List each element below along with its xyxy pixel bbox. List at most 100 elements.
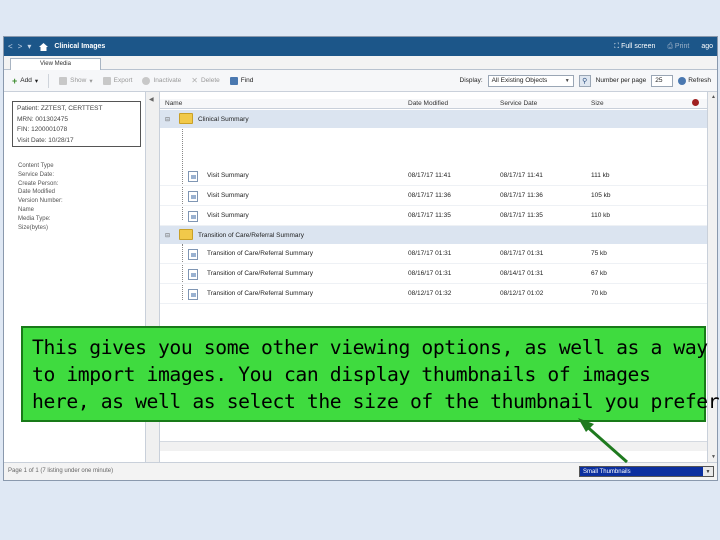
show-icon: [59, 76, 68, 85]
column-header-service-date[interactable]: Service Date: [500, 100, 537, 107]
scroll-up-icon[interactable]: ▲: [711, 94, 716, 100]
patient-visit-date: Visit Date: 10/28/17: [17, 136, 74, 144]
back-button[interactable]: <: [8, 42, 13, 51]
scroll-down-icon[interactable]: ▼: [711, 454, 716, 460]
column-header-size[interactable]: Size: [591, 100, 604, 107]
document-icon: [188, 289, 198, 300]
horizontal-scrollbar[interactable]: [160, 441, 707, 451]
window-title: Clinical Images: [54, 43, 106, 50]
fullscreen-label: Full screen: [621, 42, 656, 50]
group-label: Clinical Summary: [198, 115, 249, 123]
item-service-date: 08/17/17 01:31: [500, 250, 544, 257]
document-icon: [188, 191, 198, 202]
forward-button[interactable]: >: [18, 42, 23, 51]
number-per-page-value: 25: [655, 76, 663, 84]
callout-text: This gives you some other viewing option…: [32, 334, 720, 415]
patient-fin: FIN: 1200001078: [17, 126, 68, 133]
add-button[interactable]: + Add ▾: [12, 75, 39, 86]
display-select-value: All Existing Objects: [491, 76, 548, 84]
print-icon: ⎙: [667, 42, 675, 50]
collapse-group-icon[interactable]: ⊟: [165, 232, 170, 239]
collapse-left-icon[interactable]: ◀: [149, 96, 154, 103]
collapse-group-icon[interactable]: ⊟: [165, 116, 170, 123]
print-label: Print: [674, 42, 690, 50]
property-label: Name: [18, 206, 35, 213]
column-chooser-icon[interactable]: [692, 99, 699, 106]
tab-view-media[interactable]: View Media: [10, 58, 101, 70]
callout-line: to import images. You can display thumbn…: [32, 363, 651, 386]
home-icon[interactable]: [39, 42, 49, 51]
inactivate-button[interactable]: Inactivate: [142, 76, 181, 85]
item-service-date: 08/17/17 11:36: [500, 192, 543, 199]
export-label: Export: [113, 77, 133, 84]
table-row[interactable]: Transition of Care/Referral Summary 08/1…: [160, 244, 707, 264]
table-row[interactable]: Transition of Care/Referral Summary 08/1…: [160, 264, 707, 284]
property-list: Content Type Service Date: Create Person…: [18, 162, 63, 232]
item-size: 75 kb: [591, 250, 607, 257]
item-service-date: 08/17/17 11:41: [500, 172, 543, 179]
column-header-date-modified[interactable]: Date Modified: [408, 100, 448, 107]
magnifier-icon: ⚲: [582, 77, 588, 85]
fullscreen-button[interactable]: ⛶ Full screen: [614, 43, 655, 51]
table-row[interactable]: Visit Summary 08/17/17 11:35 08/17/17 11…: [160, 206, 707, 226]
title-bar: < > ▾ Clinical Images ⛶ Full screen ⎙ Pr…: [4, 37, 717, 56]
export-button[interactable]: Export: [102, 76, 133, 85]
item-service-date: 08/12/17 01:02: [500, 290, 544, 297]
item-service-date: 08/17/17 11:35: [500, 212, 543, 219]
title-actions: ⛶ Full screen ⎙ Print ago: [614, 43, 717, 51]
group-row[interactable]: ⊟ Transition of Care/Referral Summary: [160, 226, 707, 244]
table-row[interactable]: Visit Summary 08/17/17 11:36 08/17/17 11…: [160, 186, 707, 206]
item-date-modified: 08/17/17 11:35: [408, 212, 451, 219]
refresh-button[interactable]: Refresh: [678, 76, 711, 85]
item-date-modified: 08/17/17 01:31: [408, 250, 452, 257]
column-header-name[interactable]: Name: [165, 100, 182, 107]
plus-icon: +: [12, 75, 18, 86]
group-row[interactable]: ⊟ Clinical Summary: [160, 110, 707, 128]
item-name: Visit Summary: [207, 192, 249, 199]
number-per-page-input[interactable]: 25: [651, 74, 674, 87]
toolbar-divider: [48, 73, 50, 88]
item-name: Transition of Care/Referral Summary: [207, 250, 313, 257]
show-button[interactable]: Show ▾: [59, 76, 93, 85]
property-label: Size(bytes): [18, 224, 49, 231]
patient-banner: Patient: ZZTEST, CERTTEST MRN: 001302475…: [12, 101, 141, 147]
item-date-modified: 08/17/17 11:41: [408, 172, 451, 179]
chevron-down-icon: ▼: [564, 77, 570, 84]
property-label: Date Modified: [18, 189, 56, 196]
document-icon: [188, 269, 198, 280]
item-name: Transition of Care/Referral Summary: [207, 290, 313, 297]
add-dropdown-icon: ▾: [34, 77, 39, 85]
property-label: Service Date:: [18, 171, 55, 178]
table-row[interactable]: Transition of Care/Referral Summary 08/1…: [160, 284, 707, 304]
find-label: Find: [240, 77, 254, 84]
print-button[interactable]: ⎙ Print: [667, 43, 689, 51]
show-dropdown-icon: ▾: [89, 77, 93, 85]
display-select[interactable]: All Existing Objects ▼: [487, 74, 574, 87]
inactivate-icon: [142, 76, 151, 85]
refresh-icon: [678, 76, 687, 85]
thumbnail-size-select[interactable]: Small Thumbnails ▼: [579, 466, 714, 477]
folder-icon: [179, 229, 193, 240]
tab-strip: View Media: [4, 56, 717, 70]
delete-label: Delete: [200, 77, 220, 84]
item-name: Visit Summary: [207, 212, 249, 219]
item-size: 67 kb: [591, 270, 607, 277]
nav-menu-button[interactable]: ▾: [27, 42, 31, 51]
callout-annotation: This gives you some other viewing option…: [21, 326, 720, 422]
status-text: Page 1 of 1 (7 listing under one minute): [8, 468, 114, 474]
search-display-button[interactable]: ⚲: [578, 74, 591, 87]
property-label: Media Type:: [18, 215, 51, 222]
callout-line: here, as well as select the size of the …: [32, 390, 720, 413]
document-icon: [188, 211, 198, 222]
item-service-date: 08/14/17 01:31: [500, 270, 544, 277]
status-bar: Page 1 of 1 (7 listing under one minute)…: [4, 462, 717, 480]
item-date-modified: 08/12/17 01:32: [408, 290, 452, 297]
document-icon: [188, 249, 198, 260]
table-row[interactable]: Visit Summary 08/17/17 11:41 08/17/17 11…: [160, 166, 707, 186]
delete-button[interactable]: ✕ Delete: [191, 76, 220, 85]
find-button[interactable]: Find: [229, 76, 254, 85]
number-per-page-label: Number per page: [595, 77, 647, 84]
property-label: Version Number:: [18, 198, 63, 205]
property-label: Content Type: [18, 163, 54, 169]
add-label: Add: [20, 77, 32, 84]
